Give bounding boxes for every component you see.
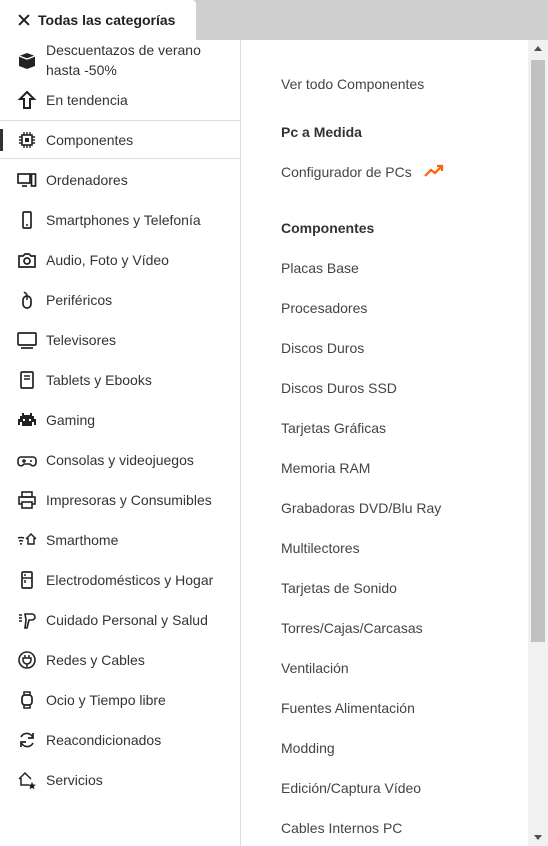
- sidebar-item-consolas-y-videojuegos[interactable]: Consolas y videojuegos: [0, 449, 240, 471]
- sidebar-item-promo[interactable]: Descuentazos de verano hasta -50%: [0, 40, 240, 82]
- subcategory-link[interactable]: Placas Base: [281, 258, 359, 278]
- sidebar-item-label: Redes y Cables: [46, 652, 145, 668]
- subcategory-link[interactable]: Cables Internos PC: [281, 818, 402, 838]
- subcategory-link[interactable]: Grabadoras DVD/Blu Ray: [281, 498, 441, 518]
- subcategory-link[interactable]: Fuentes Alimentación: [281, 698, 415, 718]
- scrollbar-thumb[interactable]: [531, 60, 545, 642]
- smartphone-icon: [17, 210, 37, 230]
- refresh-icon: [17, 730, 37, 750]
- subcategory-link[interactable]: Memoria RAM: [281, 458, 370, 478]
- close-icon[interactable]: [17, 13, 31, 27]
- sidebar-item-televisores[interactable]: Televisores: [0, 329, 240, 351]
- watch-icon: [17, 690, 37, 710]
- smarthome-icon: [17, 530, 37, 550]
- subcategory-link[interactable]: Edición/Captura Vídeo: [281, 778, 421, 798]
- subcategory-link[interactable]: Tarjetas de Sonido: [281, 578, 397, 598]
- section-title-pc-a-medida: Pc a Medida: [281, 124, 362, 140]
- divider: [0, 120, 240, 121]
- sidebar-item-impresoras-y-consumibles[interactable]: Impresoras y Consumibles: [0, 489, 240, 511]
- sidebar-item-label: Impresoras y Consumibles: [46, 492, 212, 508]
- sidebar-item-label: Periféricos: [46, 292, 113, 308]
- hairdryer-icon: [17, 610, 37, 630]
- configurator-label: Configurador de PCs: [281, 164, 412, 180]
- sidebar-item-label: Audio, Foto y Vídeo: [46, 252, 169, 268]
- sidebar-item-servicios[interactable]: Servicios: [0, 769, 240, 791]
- tv-icon: [17, 330, 37, 350]
- sidebar-item-gaming[interactable]: Gaming: [0, 409, 240, 431]
- printer-icon: [17, 490, 37, 510]
- sidebar-item-label: Gaming: [46, 412, 96, 428]
- subcategory-link[interactable]: Multilectores: [281, 538, 360, 558]
- desktop-icon: [17, 170, 37, 190]
- sidebar-item-label: Smartphones y Telefonía: [46, 212, 201, 228]
- sidebar-item-smarthome[interactable]: Smarthome: [0, 529, 240, 551]
- sidebar-item-cuidado-personal-y-salud[interactable]: Cuidado Personal y Salud: [0, 609, 240, 631]
- sidebar-item-label: Servicios: [46, 772, 103, 788]
- sidebar-item-smartphones-y-telefon-a[interactable]: Smartphones y Telefonía: [0, 209, 240, 231]
- promo-label-line2: hasta -50%: [46, 62, 117, 78]
- configurator-link[interactable]: Configurador de PCs: [281, 162, 444, 183]
- sidebar-item-label: Ocio y Tiempo libre: [46, 692, 166, 708]
- fridge-icon: [17, 570, 37, 590]
- box-icon: [17, 50, 37, 70]
- sidebar-item-perif-ricos[interactable]: Periféricos: [0, 289, 240, 311]
- subcategory-link[interactable]: Discos Duros: [281, 338, 364, 358]
- sidebar-item-ocio-y-tiempo-libre[interactable]: Ocio y Tiempo libre: [0, 689, 240, 711]
- plug-icon: [17, 650, 37, 670]
- menu-title: Todas las categorías: [38, 12, 176, 28]
- divider: [0, 158, 240, 159]
- sidebar-item-label: Componentes: [46, 132, 134, 148]
- subcategory-link[interactable]: Torres/Cajas/Carcasas: [281, 618, 423, 638]
- trending-icon: [423, 163, 444, 183]
- subcategory-link[interactable]: Ventilación: [281, 658, 349, 678]
- sidebar-item-label: Reacondicionados: [46, 732, 162, 748]
- tablet-icon: [17, 370, 37, 390]
- mouse-icon: [17, 290, 37, 310]
- sidebar-item-ordenadores[interactable]: Ordenadores: [0, 169, 240, 191]
- camera-icon: [17, 250, 37, 270]
- sidebar-item-label: Tablets y Ebooks: [46, 372, 152, 388]
- categories-panel: Descuentazos de verano hasta -50% En ten…: [0, 40, 548, 846]
- promo-label-line1: Descuentazos de verano: [46, 42, 201, 58]
- sidebar-item-label: En tendencia: [46, 92, 128, 108]
- subcategory-link[interactable]: Modding: [281, 738, 335, 758]
- sidebar-item-label: Cuidado Personal y Salud: [46, 612, 208, 628]
- scrollbar[interactable]: [528, 40, 548, 846]
- subcategory-link[interactable]: Discos Duros SSD: [281, 378, 397, 398]
- sidebar-item-label: Smarthome: [46, 532, 119, 548]
- sidebar-item-reacondicionados[interactable]: Reacondicionados: [0, 729, 240, 751]
- sidebar-item-label: Electrodomésticos y Hogar: [46, 572, 214, 588]
- section-title-componentes: Componentes: [281, 220, 375, 236]
- view-all-link[interactable]: Ver todo Componentes: [281, 74, 424, 94]
- sidebar-item-tablets-y-ebooks[interactable]: Tablets y Ebooks: [0, 369, 240, 391]
- sidebar-item-audio-foto-y-v-deo[interactable]: Audio, Foto y Vídeo: [0, 249, 240, 271]
- subcategory-link[interactable]: Tarjetas Gráficas: [281, 418, 386, 438]
- sidebar-item-label: Televisores: [46, 332, 117, 348]
- subcategories-panel: Ver todo Componentes Pc a Medida Configu…: [241, 40, 528, 846]
- all-categories-tab[interactable]: Todas las categorías: [0, 0, 196, 40]
- sidebar-item-label: Ordenadores: [46, 172, 128, 188]
- gaming-icon: [17, 410, 37, 430]
- sidebar-item-redes-y-cables[interactable]: Redes y Cables: [0, 649, 240, 671]
- categories-sidebar: Descuentazos de verano hasta -50% En ten…: [0, 40, 241, 846]
- sidebar-item-trending[interactable]: En tendencia: [0, 90, 240, 110]
- subcategory-link[interactable]: Procesadores: [281, 298, 367, 318]
- sidebar-item-electrodom-sticos-y-hogar[interactable]: Electrodomésticos y Hogar: [0, 569, 240, 591]
- scroll-up-arrow[interactable]: [534, 46, 542, 51]
- scroll-down-arrow[interactable]: [534, 835, 542, 840]
- sidebar-item-componentes[interactable]: Componentes: [0, 129, 240, 151]
- services-icon: [17, 770, 37, 790]
- gamepad-icon: [17, 450, 37, 470]
- sidebar-item-label: Consolas y videojuegos: [46, 452, 194, 468]
- chip-icon: [17, 130, 37, 150]
- trending-up-icon: [17, 90, 37, 110]
